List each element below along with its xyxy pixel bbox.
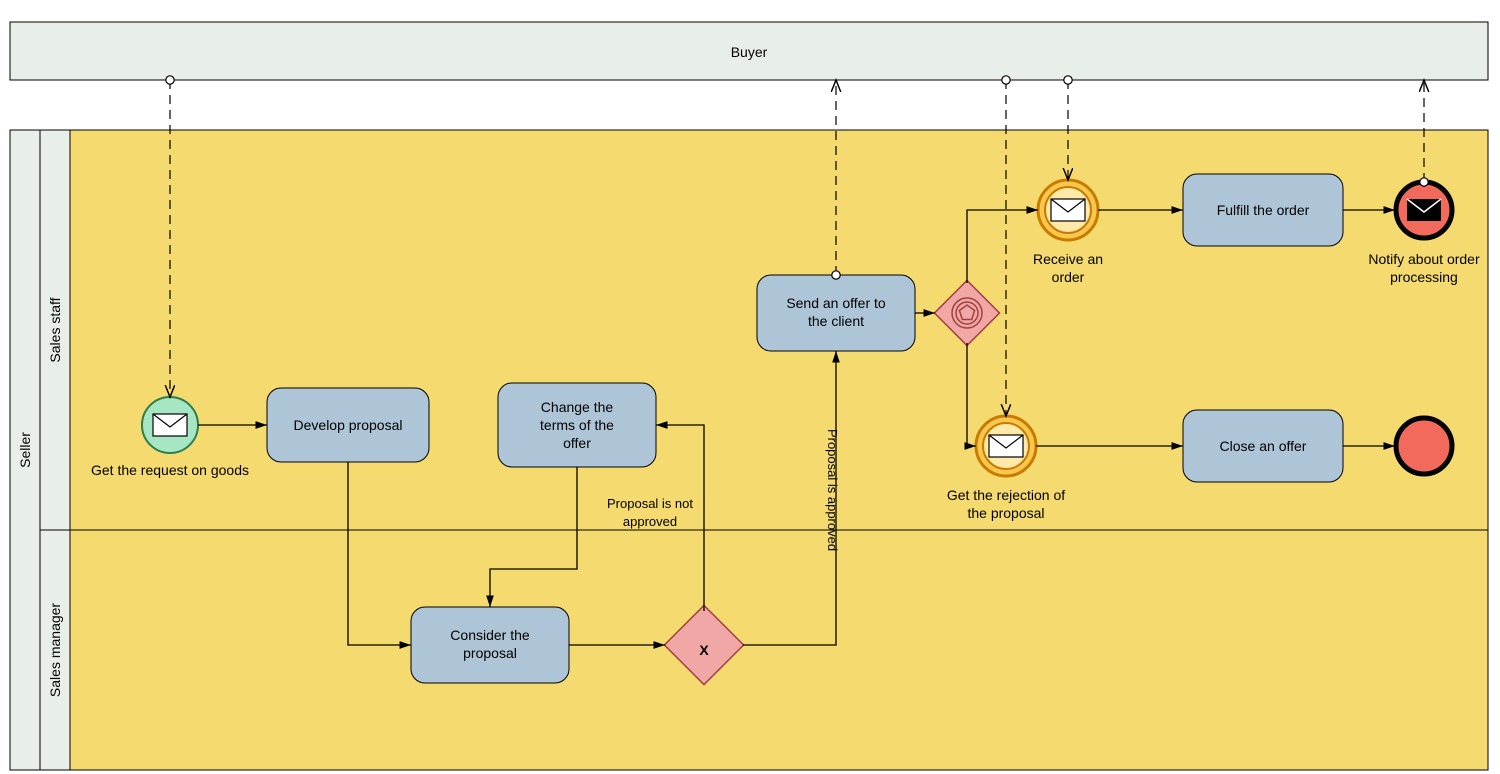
task-change-terms-l2: terms of the [540, 417, 614, 433]
task-close-offer-label: Close an offer [1220, 438, 1307, 454]
event-notify-l2: processing [1390, 269, 1458, 285]
lane-sales-staff-label: Sales staff [47, 297, 63, 362]
event-end [1396, 418, 1452, 474]
flow-not-approved-l1: Proposal is not [607, 496, 693, 511]
task-fulfill-order-label: Fulfill the order [1217, 202, 1310, 218]
lane-sales-manager-label: Sales manager [47, 603, 63, 698]
event-get-rejection-l1: Get the rejection of [947, 487, 1065, 503]
pool-buyer-label: Buyer [731, 44, 768, 60]
task-send-offer-l1: Send an offer to [786, 295, 886, 311]
task-send-offer-l2: the client [808, 313, 864, 329]
event-receive-order-l2: order [1052, 269, 1085, 285]
event-receive-order-l1: Receive an [1033, 251, 1103, 267]
event-get-request-label: Get the request on goods [91, 462, 249, 478]
svg-text:X: X [699, 642, 709, 658]
event-notify-processing [1396, 182, 1452, 238]
task-consider-proposal-l1: Consider the [450, 627, 530, 643]
event-get-rejection-l2: the proposal [967, 505, 1044, 521]
lane-sales-manager [70, 530, 1488, 770]
task-develop-proposal-label: Develop proposal [294, 417, 403, 433]
flow-approved: Proposal is approved [825, 429, 840, 551]
event-get-request [142, 397, 198, 453]
event-get-rejection [976, 416, 1036, 476]
event-receive-order [1038, 180, 1098, 240]
task-consider-proposal-l2: proposal [463, 645, 517, 661]
task-change-terms-l1: Change the [541, 399, 614, 415]
pool-seller-label: Seller [17, 432, 33, 468]
task-change-terms-l3: offer [563, 435, 591, 451]
flow-not-approved-l2: approved [623, 514, 677, 529]
event-notify-l1: Notify about order [1368, 251, 1480, 267]
